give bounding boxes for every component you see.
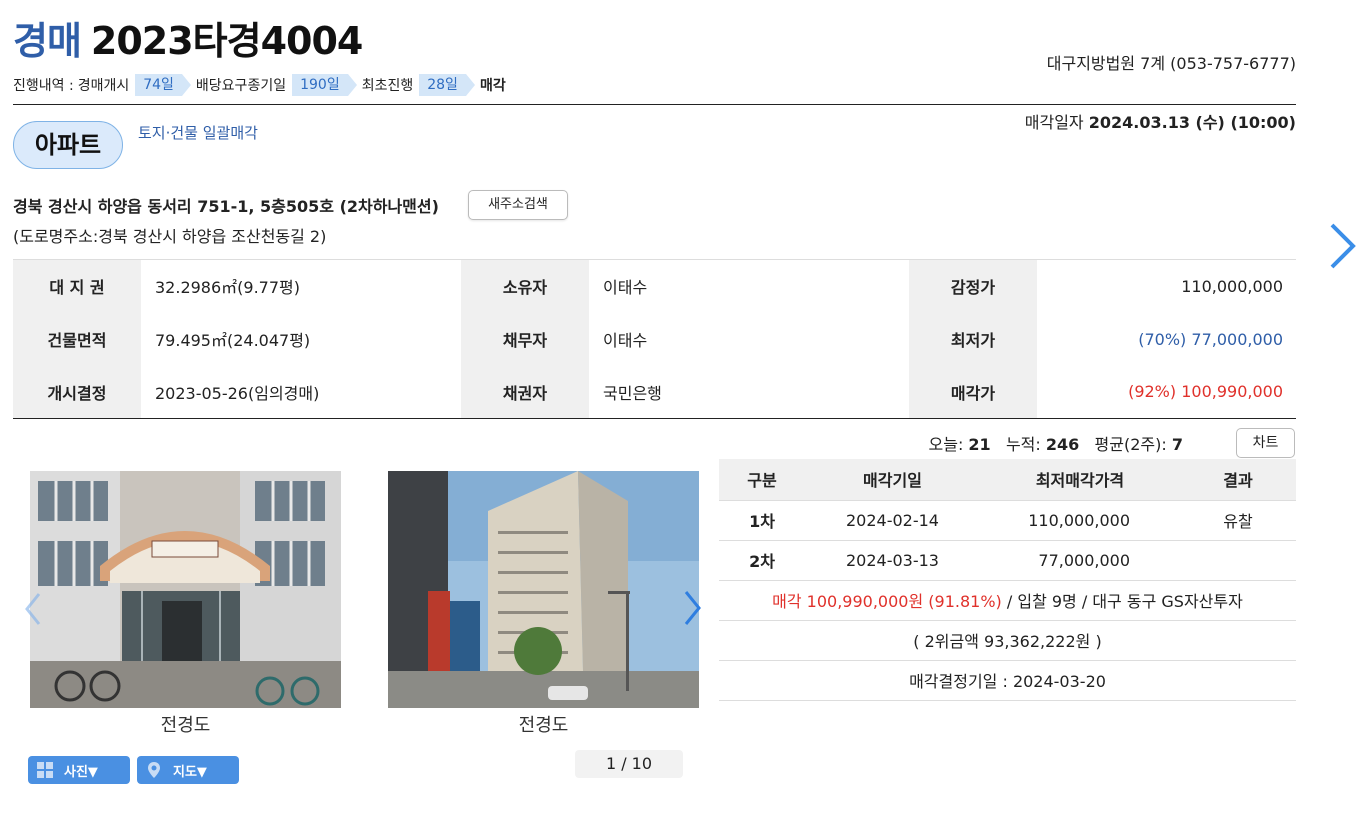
progress-final-status: 매각 [479, 78, 506, 94]
sale-result-detail: / 입찰 9명 / 대구 동구 GS자산투자 [1001, 592, 1243, 611]
bid-date: 2024-02-14 [805, 500, 980, 541]
bid-date: 2024-03-13 [805, 540, 980, 581]
bid-result: 유찰 [1180, 500, 1296, 541]
carousel-prev-icon[interactable] [24, 592, 42, 635]
sale-price-value: (92%) 100,990,000 [1128, 382, 1283, 402]
sale-price-label: 매각가 [909, 365, 1037, 419]
property-address: 경북 경산시 하양읍 동서리 751-1, 5층505호 (2차하나맨션) [13, 197, 439, 216]
avg-count: 7 [1171, 435, 1183, 454]
second-bid-row: ( 2위금액 93,362,222원 ) [719, 620, 1296, 661]
appraisal-label: 감정가 [909, 259, 1037, 313]
today-count: 21 [968, 435, 991, 454]
total-count: 246 [1045, 435, 1080, 454]
exterior-photo-image [388, 471, 699, 708]
view-stats: 오늘: 21 누적: 246 평균(2주): 7 [929, 431, 1184, 455]
creditor-label: 채권자 [461, 365, 589, 419]
court-info: 대구지방법원 7계 (053-757-6777) [1046, 54, 1296, 73]
progress-step-days: 74일 [135, 74, 191, 96]
sale-date: 매각일자 2024.03.13 (수) (10:00) [1025, 109, 1296, 133]
carousel-next-icon[interactable] [682, 590, 702, 630]
case-number: 2023타경4004 [90, 19, 363, 63]
photo-pager: 1 / 10 [575, 750, 683, 778]
grid-icon [36, 761, 54, 779]
property-photo-exterior[interactable] [388, 471, 699, 708]
total-label: 누적: [1005, 435, 1046, 454]
bid-col-header: 최저매각가격 [980, 459, 1180, 501]
photo-caption: 전경도 [160, 715, 211, 736]
avg-label: 평균(2주): [1094, 435, 1172, 454]
map-button-label: 지도▼ [173, 764, 207, 780]
bid-col-header: 매각기일 [805, 459, 980, 501]
photo-button[interactable]: 사진▼ [28, 756, 130, 784]
progress-step-name: 배당요구종기일 [195, 78, 287, 94]
progress-timeline: 진행내역 : 경매개시 74일 배당요구종기일 190일 최초진행 28일 매각 [13, 73, 506, 97]
start-decision-label: 개시결정 [13, 365, 141, 419]
photo-button-label: 사진▼ [64, 764, 98, 780]
bid-col-header: 결과 [1180, 459, 1296, 501]
decision-date-row: 매각결정기일 : 2024-03-20 [719, 660, 1296, 701]
debtor-label: 채무자 [461, 312, 589, 366]
progress-step-name: 경매개시 [77, 78, 130, 94]
sale-date-value: 2024.03.13 (수) (10:00) [1088, 113, 1296, 132]
header-divider [13, 104, 1296, 105]
bid-price: 110,000,000 [980, 500, 1180, 541]
info-row: 개시결정 2023-05-26(임의경매) 채권자 국민은행 매각가 (92%)… [13, 365, 1296, 419]
new-address-search-button[interactable]: 새주소검색 [468, 190, 568, 220]
sale-result-amount: 매각 100,990,000원 (91.81%) [772, 592, 1002, 611]
bid-round: 2차 [719, 540, 805, 581]
progress-label: 진행내역 : [13, 78, 74, 94]
sale-result-row: 매각 100,990,000원 (91.81%) / 입찰 9명 / 대구 동구… [719, 580, 1296, 621]
bid-price: 77,000,000 [980, 540, 1180, 581]
today-label: 오늘: [928, 435, 969, 454]
progress-step-name: 최초진행 [361, 78, 414, 94]
minimum-price-value: (70%) 77,000,000 [1138, 329, 1283, 349]
sale-date-label: 매각일자 [1024, 113, 1089, 132]
start-decision-value: 2023-05-26(임의경매) [155, 383, 320, 403]
photo-caption: 전경도 [518, 715, 569, 736]
bid-history-table: 구분 매각기일 최저매각가격 결과 1차 2024-02-14 110,000,… [719, 459, 1296, 701]
entrance-photo-image [30, 471, 341, 708]
owner-value: 이태수 [603, 278, 648, 298]
bid-row: 1차 2024-02-14 110,000,000 유찰 [719, 500, 1296, 541]
bid-result [1180, 540, 1296, 581]
decision-date: 매각결정기일 : 2024-03-20 [719, 660, 1296, 701]
bid-round: 1차 [719, 500, 805, 541]
auction-kind: 경매 [13, 19, 82, 63]
debtor-value: 이태수 [603, 331, 648, 350]
minimum-price-label: 최저가 [909, 312, 1037, 366]
bulk-sale-label: 토지·건물 일괄매각 [138, 124, 258, 142]
progress-step-days: 28일 [419, 74, 475, 96]
second-bid-amount: ( 2위금액 93,362,222원 ) [719, 620, 1296, 661]
land-right-label: 대 지 권 [13, 259, 141, 313]
property-type-badge: 아파트 [13, 121, 123, 169]
creditor-value: 국민은행 [603, 383, 662, 403]
property-photo-entrance[interactable] [30, 471, 341, 708]
info-row: 대 지 권 32.2986㎡(9.77평) 소유자 이태수 감정가 110,00… [13, 259, 1296, 313]
owner-label: 소유자 [461, 259, 589, 313]
map-pin-icon [145, 761, 163, 779]
appraisal-value: 110,000,000 [1181, 276, 1283, 296]
road-address: (도로명주소:경북 경산시 하양읍 조산천동길 2) [13, 227, 327, 246]
building-area-label: 건물면적 [13, 312, 141, 366]
bid-row: 2차 2024-03-13 77,000,000 [719, 540, 1296, 581]
building-area-value: 79.495㎡(24.047평) [155, 331, 311, 350]
bid-col-header: 구분 [719, 459, 805, 501]
progress-step-days: 190일 [292, 74, 357, 96]
next-page-arrow-icon[interactable] [1324, 222, 1358, 274]
map-button[interactable]: 지도▼ [137, 756, 239, 784]
bid-header-row: 구분 매각기일 최저매각가격 결과 [719, 459, 1296, 501]
sale-result: 매각 100,990,000원 (91.81%) / 입찰 9명 / 대구 동구… [719, 580, 1296, 621]
chart-button[interactable]: 차트 [1236, 428, 1295, 458]
case-title: 경매 2023타경4004 [13, 18, 363, 64]
land-right-value: 32.2986㎡(9.77평) [155, 278, 300, 298]
property-info-table: 대 지 권 32.2986㎡(9.77평) 소유자 이태수 감정가 110,00… [13, 259, 1296, 419]
info-row: 건물면적 79.495㎡(24.047평) 채무자 이태수 최저가 (70%) … [13, 312, 1296, 366]
